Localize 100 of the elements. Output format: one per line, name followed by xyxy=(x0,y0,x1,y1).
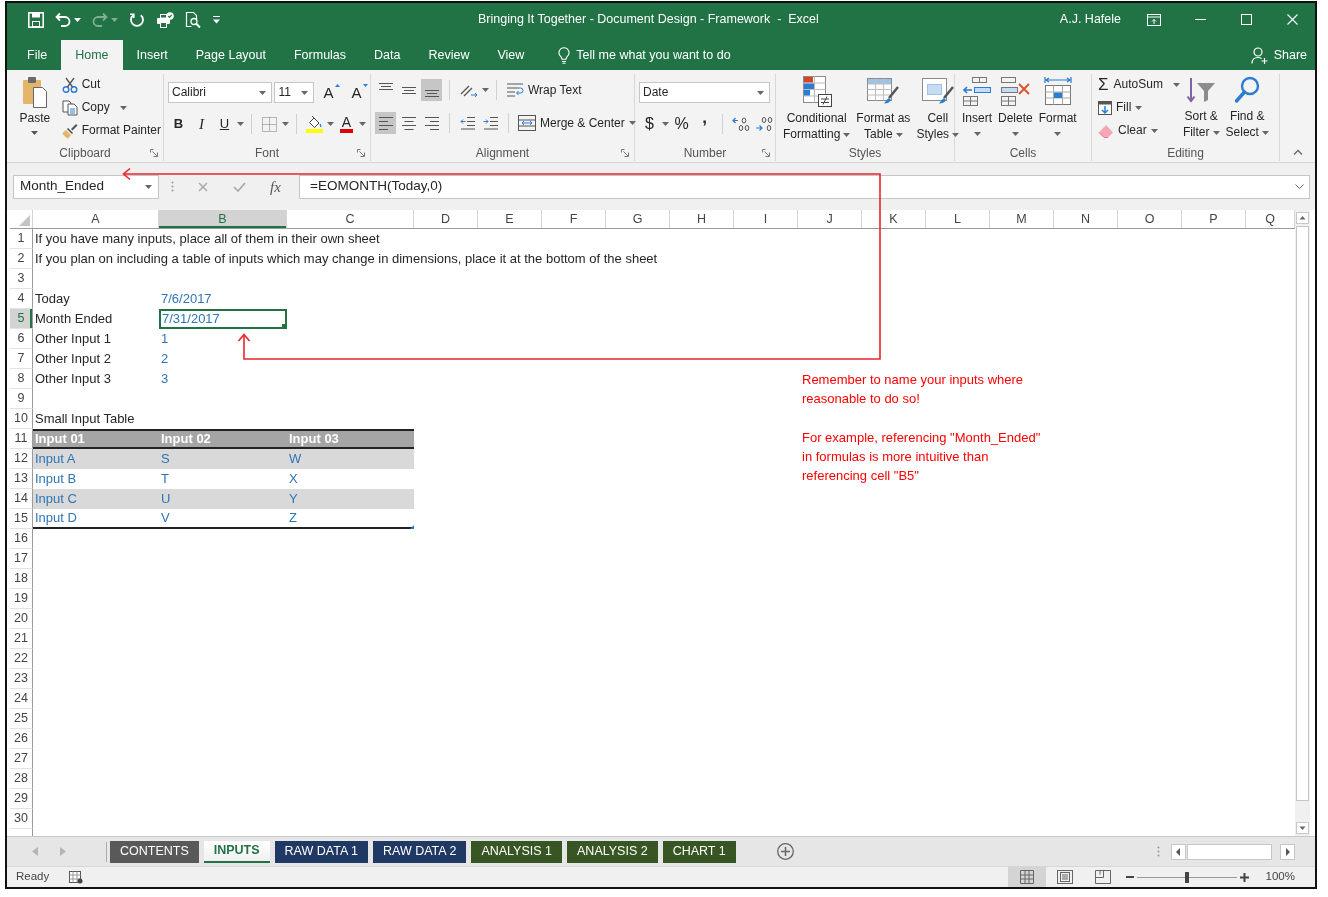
fill-button[interactable]: Fill xyxy=(1096,96,1180,119)
maximize-icon[interactable] xyxy=(1240,14,1252,25)
sheet-tab[interactable]: ANALYSIS 2 xyxy=(567,840,658,863)
printer-check-icon[interactable] xyxy=(156,11,174,28)
vertical-scrollbar[interactable] xyxy=(1295,210,1310,836)
minimize-icon[interactable] xyxy=(1194,19,1206,20)
clear-button[interactable]: Clear xyxy=(1096,119,1180,142)
ribbon-tab[interactable]: Data xyxy=(360,40,415,70)
save-icon[interactable] xyxy=(28,11,44,28)
sheet-tab[interactable]: CHART 1 xyxy=(662,840,736,863)
name-field[interactable]: Month_Ended xyxy=(13,174,159,199)
align-left-button[interactable] xyxy=(375,112,396,134)
align-bottom-button[interactable] xyxy=(421,79,442,101)
fill-color-button[interactable] xyxy=(304,113,325,135)
close-icon[interactable] xyxy=(1286,14,1298,25)
collapse-icon[interactable] xyxy=(1292,149,1303,155)
check-icon[interactable] xyxy=(232,181,246,192)
format-painter-button[interactable]: Format Painter xyxy=(59,119,163,142)
percent-button[interactable]: % xyxy=(671,113,692,135)
format-cells-button[interactable]: Format xyxy=(1035,76,1080,145)
font-name-field[interactable]: Calibri xyxy=(168,82,273,103)
user-name[interactable]: A.J. Hafele xyxy=(1059,12,1121,27)
table-resize-handle-icon[interactable] xyxy=(410,525,414,529)
delete-cells-button[interactable]: Delete xyxy=(995,76,1036,145)
caret-icon[interactable] xyxy=(237,122,244,126)
sheet-tab[interactable]: RAW DATA 2 xyxy=(373,840,467,863)
sheet-tab[interactable]: ANALYSIS 1 xyxy=(471,840,562,863)
undo-icon[interactable] xyxy=(55,11,71,28)
launcher-icon[interactable] xyxy=(357,149,365,157)
caret-icon[interactable] xyxy=(327,122,334,126)
number-format-field[interactable]: Date xyxy=(639,82,770,103)
caret-icon[interactable] xyxy=(662,122,669,126)
caret-icon[interactable] xyxy=(282,122,289,126)
caret-icon[interactable] xyxy=(628,121,636,125)
refresh-icon[interactable] xyxy=(129,11,145,28)
customize-icon[interactable] xyxy=(212,15,221,24)
font-size-field[interactable]: 11 xyxy=(274,82,314,103)
merge-center-button[interactable]: Merge & Center xyxy=(516,111,627,135)
autosum-button[interactable]: Σ AutoSum xyxy=(1096,73,1165,96)
right-arrow-zeros-icon xyxy=(755,116,774,132)
ribbon-display-icon[interactable] xyxy=(1147,13,1161,26)
caret-icon[interactable] xyxy=(482,88,489,92)
plus-circle-icon[interactable] xyxy=(776,843,794,860)
page-icon xyxy=(1056,870,1073,884)
caret-icon[interactable] xyxy=(74,17,81,22)
tell-me-field[interactable]: Tell me what you want to do xyxy=(576,47,749,63)
sort-filter-button[interactable]: Sort & Filter xyxy=(1179,76,1223,145)
row-header: 29 xyxy=(10,789,33,809)
copy-button[interactable]: Copy xyxy=(59,96,112,119)
cut-button[interactable]: Cut xyxy=(59,73,163,96)
ribbon-tab[interactable]: File xyxy=(13,40,62,70)
label-text: Other Input 2 xyxy=(35,351,111,366)
wrap-lines-icon xyxy=(506,82,524,98)
minus-icon[interactable] xyxy=(1125,876,1134,878)
row-header: 3 xyxy=(10,269,33,289)
caret-icon[interactable] xyxy=(359,122,366,126)
italic-button[interactable]: I xyxy=(191,113,212,135)
sheet-tab[interactable]: CONTENTS xyxy=(110,840,199,863)
page-magnifier-icon[interactable] xyxy=(185,11,201,28)
caret-icon xyxy=(301,90,308,95)
grow-font-button[interactable]: A xyxy=(321,81,342,104)
find-select-button[interactable]: Find & Select xyxy=(1222,76,1272,145)
comma-button[interactable]: , xyxy=(694,113,715,135)
paste-button[interactable]: Paste xyxy=(16,76,54,145)
formula-field[interactable]: =EOMONTH(Today,0) xyxy=(299,174,1310,199)
scissors-icon xyxy=(61,76,78,93)
share-button[interactable]: Share xyxy=(1250,40,1307,70)
launcher-icon[interactable] xyxy=(762,149,770,157)
insert-function-button[interactable]: fx xyxy=(269,177,281,196)
zoom-thumb[interactable] xyxy=(1184,871,1189,883)
conditional-formatting-button[interactable]: Conditional Formatting xyxy=(780,76,854,145)
currency-button[interactable]: $ xyxy=(639,113,660,135)
scrollbar-thumb[interactable] xyxy=(1187,843,1272,860)
caret-icon[interactable] xyxy=(119,105,127,110)
launcher-icon[interactable] xyxy=(150,149,158,157)
format-as-table-button[interactable]: Format as Table xyxy=(853,76,914,145)
shrink-font-button[interactable]: A xyxy=(349,81,370,104)
zoom-level[interactable]: 100% xyxy=(1265,870,1295,884)
sheet-record-icon[interactable] xyxy=(69,870,84,884)
sheet-tab[interactable]: RAW DATA 1 xyxy=(274,840,368,863)
font-color-button[interactable]: A xyxy=(336,113,357,135)
bold-button[interactable]: B xyxy=(168,113,189,135)
caret-icon xyxy=(1212,130,1220,135)
ribbon-tab[interactable]: Formulas xyxy=(279,40,361,70)
ribbon-tab[interactable]: Insert xyxy=(122,40,182,70)
plus-icon[interactable] xyxy=(1239,872,1249,882)
search-icon xyxy=(1234,76,1261,104)
underline-button[interactable]: U xyxy=(214,113,235,135)
scrollbar-thumb[interactable] xyxy=(1296,226,1309,801)
ribbon-tab[interactable]: View xyxy=(483,40,539,70)
sheet-tab[interactable]: INPUTS xyxy=(203,840,270,863)
caret-icon[interactable] xyxy=(1172,82,1180,87)
ribbon-tab[interactable]: Page Layout xyxy=(181,40,280,70)
wrap-text-button[interactable]: Wrap Text xyxy=(504,78,584,102)
launcher-icon[interactable] xyxy=(621,149,629,157)
ribbon-tab[interactable]: Review xyxy=(414,40,484,70)
right-lines-icon xyxy=(423,116,440,130)
ribbon-tab[interactable]: Home xyxy=(61,40,123,70)
input-value: 1 xyxy=(161,331,169,346)
normal-view-button[interactable] xyxy=(1007,867,1046,887)
